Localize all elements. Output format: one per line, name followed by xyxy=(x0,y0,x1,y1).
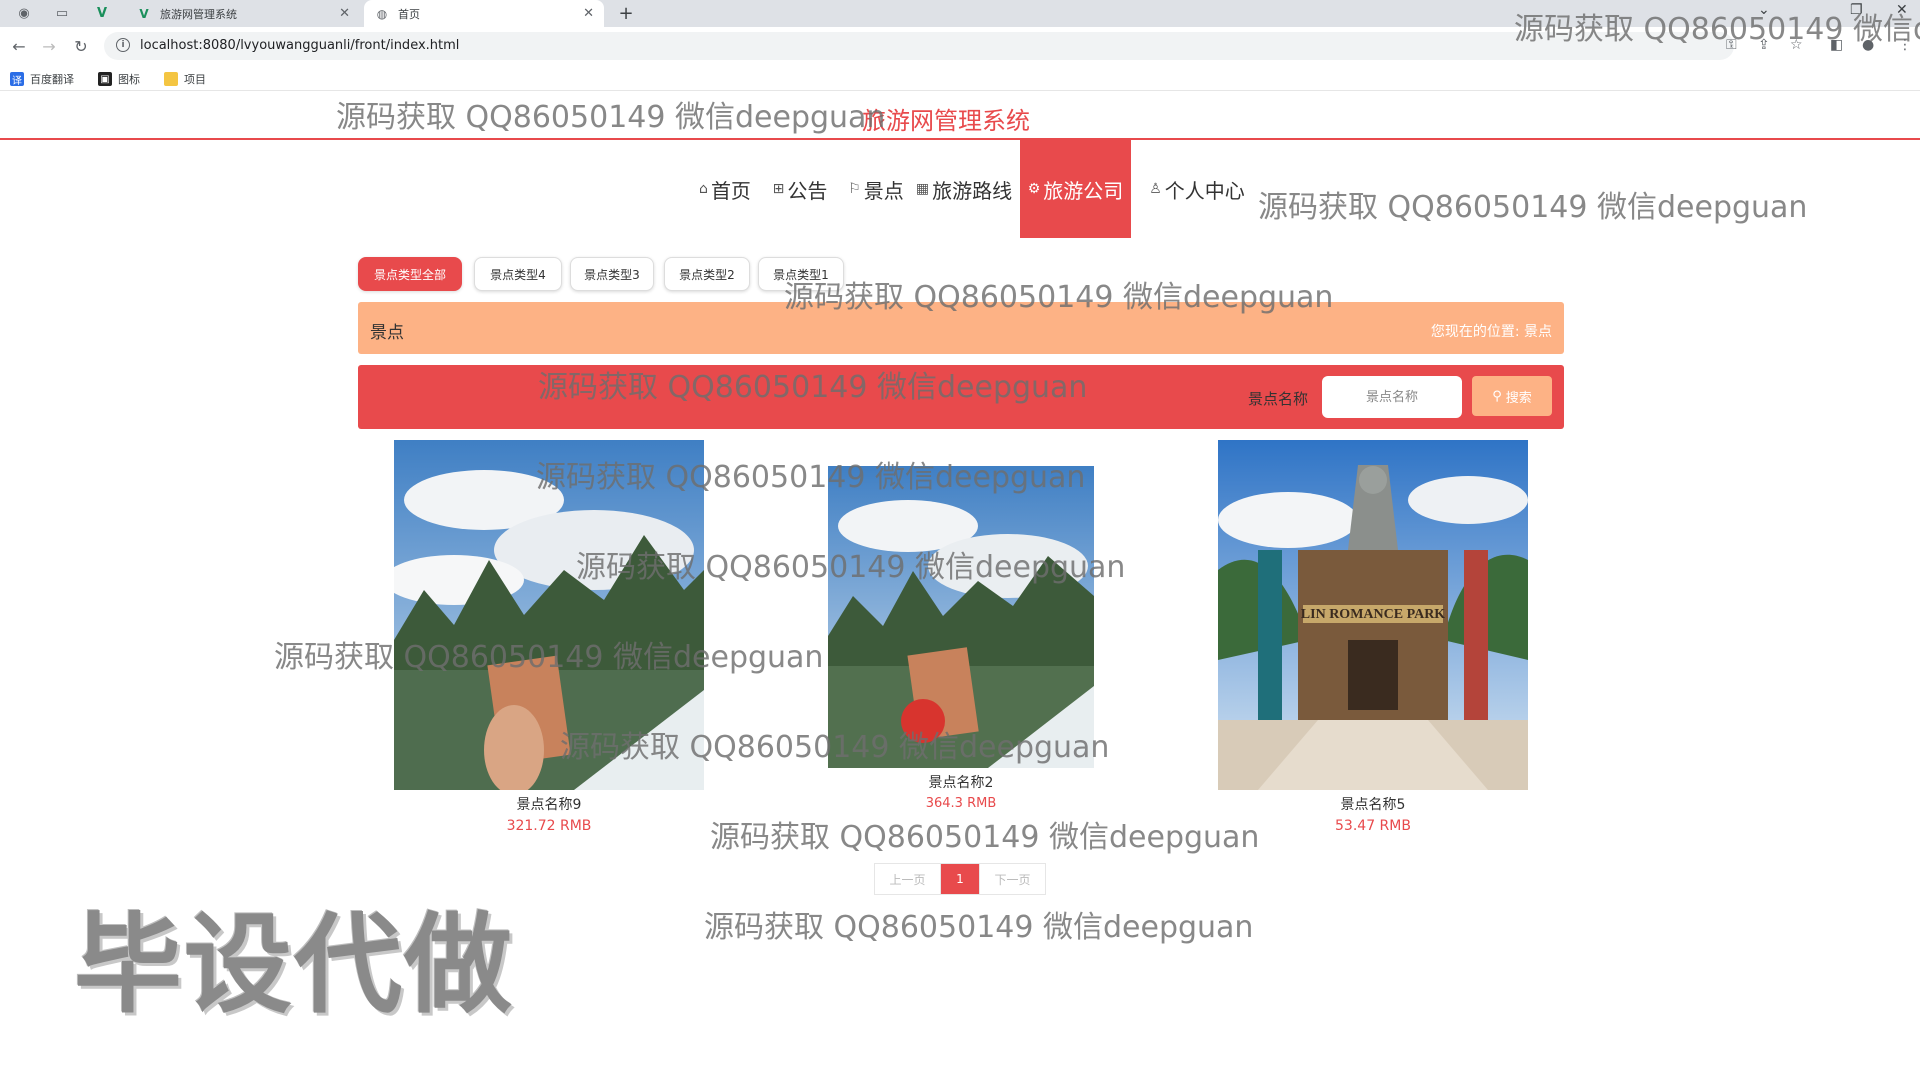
search-bar: 景点名称 ⚲ 搜索 xyxy=(358,365,1564,429)
tab-title: 首页 xyxy=(398,7,420,21)
breadcrumb-current[interactable]: 景点 xyxy=(1524,324,1552,340)
attraction-card[interactable]: LIN ROMANCE PARK 景点名称5 53.47 RMB xyxy=(1218,440,1528,834)
browser-menu-icon[interactable]: ◉ xyxy=(12,3,36,23)
breadcrumb: 您现在的位置: 景点 xyxy=(1431,321,1552,341)
tab-title: 旅游网管理系统 xyxy=(160,7,237,21)
nav-label: 景点 xyxy=(863,178,904,203)
pagination: 上一页 1 下一页 xyxy=(874,863,1046,895)
category-1[interactable]: 景点类型1 xyxy=(758,257,844,291)
star-icon[interactable]: ☆ xyxy=(1790,37,1803,53)
share-icon[interactable]: ⇪ xyxy=(1758,37,1770,53)
bookmark-label: 项目 xyxy=(184,73,206,86)
nav-label: 旅游公司 xyxy=(1043,178,1124,203)
watermark: 源码获取 QQ86050149 微信deepguan xyxy=(704,910,1254,945)
folder-icon xyxy=(164,72,178,86)
globe-icon: ◍ xyxy=(376,6,388,21)
image-icon: ▣ xyxy=(98,72,112,86)
bookmark-label: 图标 xyxy=(118,73,140,86)
url-text: localhost:8080/lvyouwangguanli/front/ind… xyxy=(140,38,460,53)
key-icon[interactable]: ⚿ xyxy=(1726,37,1737,53)
svg-text:LIN ROMANCE PARK: LIN ROMANCE PARK xyxy=(1301,607,1446,622)
attraction-price: 321.72 RMB xyxy=(506,818,592,834)
attraction-name[interactable]: 景点名称2 xyxy=(828,772,1094,792)
close-window-icon[interactable]: ✕ xyxy=(1896,2,1908,18)
stamp-watermark: 毕设代做 xyxy=(74,903,515,1028)
close-icon[interactable]: ✕ xyxy=(339,6,350,21)
reload-icon[interactable]: ↻ xyxy=(70,35,92,57)
back-icon[interactable]: ← xyxy=(8,35,30,57)
bookmark-item[interactable]: 译 百度翻译 xyxy=(10,71,74,87)
nav-company[interactable]: ⚙ 旅游公司 xyxy=(1020,140,1131,238)
profile-icon[interactable]: ● xyxy=(1862,37,1874,53)
blank-tab-icon[interactable]: ▭ xyxy=(50,3,74,23)
category-3[interactable]: 景点类型3 xyxy=(570,257,654,291)
nav-label: 公告 xyxy=(787,178,828,203)
company-icon: ⚙ xyxy=(1027,181,1041,197)
more-icon[interactable]: ⋮ xyxy=(1898,37,1912,53)
attraction-price: 53.47 RMB xyxy=(1335,818,1411,834)
attraction-image[interactable]: LIN ROMANCE PARK xyxy=(1218,440,1528,790)
attraction-card[interactable]: 景点名称2 364.3 RMB xyxy=(828,466,1094,811)
nav-profile[interactable]: ♙ 个人中心 xyxy=(1142,140,1252,238)
category-4[interactable]: 景点类型4 xyxy=(474,257,562,291)
category-2[interactable]: 景点类型2 xyxy=(664,257,750,291)
attraction-name[interactable]: 景点名称5 xyxy=(1218,794,1528,814)
site-title: 旅游网管理系统 xyxy=(862,107,1030,135)
tab-home[interactable]: ◍ 首页 ✕ xyxy=(364,0,604,27)
nav-label: 旅游路线 xyxy=(932,178,1013,203)
notice-icon: ⊞ xyxy=(772,181,785,197)
attraction-price: 364.3 RMB xyxy=(925,796,997,811)
browser-tab-bar: ◉ ▭ V V 旅游网管理系统 ✕ ◍ 首页 ✕ + ⌄ ❐ ✕ xyxy=(0,0,1920,27)
main-nav: ⌂ 首页 ⊞ 公告 ⚐ 景点 ▦ 旅游路线 ⚙ 旅游公司 ♙ 个人中心 xyxy=(0,140,1920,238)
nav-routes[interactable]: ▦ 旅游路线 xyxy=(904,140,1024,238)
sidebar-icon[interactable]: ◧ xyxy=(1830,37,1843,53)
breadcrumb-label: 您现在的位置: xyxy=(1430,324,1520,340)
home-icon: ⌂ xyxy=(699,181,708,197)
user-icon: ♙ xyxy=(1149,181,1162,197)
close-icon[interactable]: ✕ xyxy=(583,6,594,21)
search-button-label: 搜索 xyxy=(1505,390,1532,406)
forward-icon[interactable]: → xyxy=(38,35,60,57)
search-button[interactable]: ⚲ 搜索 xyxy=(1472,376,1552,416)
attraction-image[interactable] xyxy=(394,440,704,790)
section-title: 景点 xyxy=(370,323,404,343)
address-bar[interactable]: i localhost:8080/lvyouwangguanli/front/i… xyxy=(104,32,1734,60)
chevron-down-icon[interactable]: ⌄ xyxy=(1758,2,1770,18)
nav-label: 首页 xyxy=(710,178,751,203)
bookmark-label: 百度翻译 xyxy=(30,73,74,86)
page: ◉ ▭ V V 旅游网管理系统 ✕ ◍ 首页 ✕ + ⌄ ❐ ✕ ← → ↻ i… xyxy=(0,0,1920,1072)
category-all[interactable]: 景点类型全部 xyxy=(358,257,462,291)
prev-page-button[interactable]: 上一页 xyxy=(875,864,941,894)
bookmarks-bar: 译 百度翻译 ▣ 图标 项目 xyxy=(0,67,1920,91)
breadcrumb-bar: 景点 您现在的位置: 景点 xyxy=(358,302,1564,354)
vue-logo-icon[interactable]: V xyxy=(90,3,114,23)
attraction-image[interactable] xyxy=(828,466,1094,768)
search-input[interactable] xyxy=(1322,376,1462,418)
tab-admin[interactable]: V 旅游网管理系统 ✕ xyxy=(126,0,360,27)
watermark: 源码获取 QQ86050149 微信deepguan xyxy=(336,100,886,135)
search-icon: ⚲ xyxy=(1492,388,1502,404)
watermark: 源码获取 QQ86050149 微信deepguan xyxy=(710,820,1260,855)
page-1-button[interactable]: 1 xyxy=(941,864,979,894)
info-icon[interactable]: i xyxy=(116,38,130,52)
search-label: 景点名称 xyxy=(1248,390,1309,408)
bookmark-item[interactable]: ▣ 图标 xyxy=(98,71,140,87)
vue-logo-icon: V xyxy=(139,6,149,21)
nav-label: 个人中心 xyxy=(1164,178,1245,203)
browser-toolbar: ← → ↻ i localhost:8080/lvyouwangguanli/f… xyxy=(0,27,1920,67)
translate-icon: 译 xyxy=(10,72,24,87)
attraction-card[interactable]: 景点名称9 321.72 RMB xyxy=(394,440,704,834)
attraction-name[interactable]: 景点名称9 xyxy=(394,794,704,814)
next-page-button[interactable]: 下一页 xyxy=(979,864,1045,894)
route-icon: ▦ xyxy=(915,181,930,197)
flag-icon: ⚐ xyxy=(848,181,861,197)
bookmark-item[interactable]: 项目 xyxy=(164,71,206,87)
new-tab-button[interactable]: + xyxy=(614,0,638,27)
restore-icon[interactable]: ❐ xyxy=(1850,2,1863,18)
